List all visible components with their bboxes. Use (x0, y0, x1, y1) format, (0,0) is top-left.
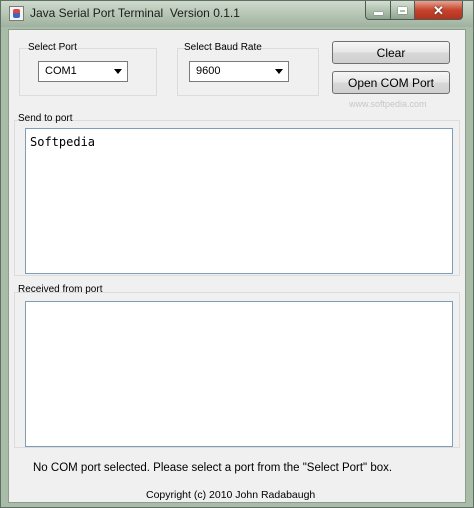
send-textarea[interactable]: Softpedia (25, 128, 453, 274)
maximize-button[interactable] (390, 1, 415, 20)
close-button[interactable]: ✕ (414, 1, 463, 20)
maximize-icon (398, 6, 407, 14)
copyright-text: Copyright (c) 2010 John Radabaugh (146, 489, 316, 501)
receive-label: Received from port (18, 284, 103, 295)
minimize-icon (373, 11, 383, 15)
baud-selected-value: 9600 (196, 65, 221, 77)
port-label: Select Port (28, 42, 77, 53)
chevron-down-icon (114, 69, 122, 74)
open-com-port-button[interactable]: Open COM Port (332, 71, 450, 94)
app-window: Java Serial Port Terminal Version 0.1.1 … (0, 0, 474, 508)
baud-label: Select Baud Rate (184, 42, 262, 53)
port-selected-value: COM1 (45, 65, 77, 77)
main-panel: Select Port COM1 Select Baud Rate 9600 C… (8, 29, 466, 503)
receive-textarea[interactable] (25, 301, 453, 447)
chevron-down-icon (275, 69, 283, 74)
baud-select[interactable]: 9600 (189, 61, 289, 82)
title-bar[interactable]: Java Serial Port Terminal Version 0.1.1 … (1, 1, 473, 27)
close-icon: ✕ (433, 2, 444, 18)
window-title: Java Serial Port Terminal Version 0.1.1 (30, 6, 240, 20)
port-select[interactable]: COM1 (38, 61, 128, 82)
clear-button[interactable]: Clear (332, 41, 450, 64)
softpedia-watermark: www.softpedia.com (349, 99, 427, 109)
java-app-icon[interactable] (9, 6, 24, 21)
status-message: No COM port selected. Please select a po… (33, 462, 393, 474)
send-label: Send to port (18, 113, 73, 124)
minimize-button[interactable] (365, 1, 391, 20)
